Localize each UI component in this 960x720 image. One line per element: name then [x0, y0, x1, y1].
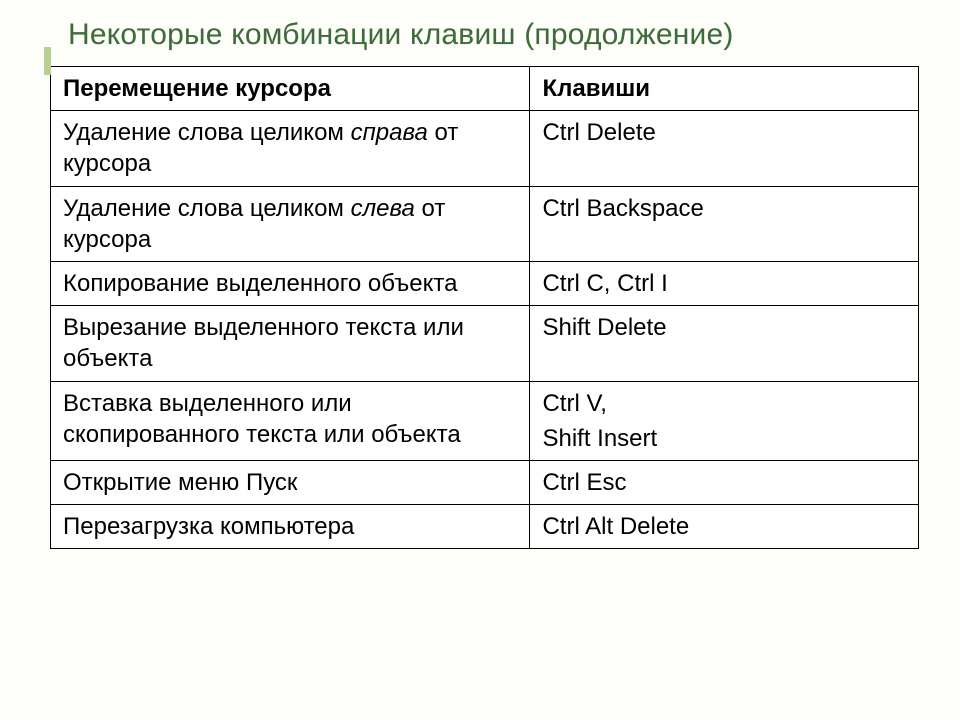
header-keys: Клавиши [530, 67, 919, 111]
cell-keys: Ctrl Delete [530, 111, 919, 186]
table-row: Открытие меню Пуск Ctrl Esc [51, 460, 919, 504]
action-text: Вырезание выделенного текста или объекта [63, 314, 464, 372]
table-header-row: Перемещение курсора Клавиши [51, 67, 919, 111]
cell-action: Вырезание выделенного текста или объекта [51, 306, 530, 381]
cell-action: Открытие меню Пуск [51, 460, 530, 504]
action-text: Вставка выделенного или скопированного т… [63, 390, 461, 448]
table-row: Копирование выделенного объекта Ctrl C, … [51, 261, 919, 305]
table-row: Вставка выделенного или скопированного т… [51, 381, 919, 460]
table-row: Вырезание выделенного текста или объекта… [51, 306, 919, 381]
header-action: Перемещение курсора [51, 67, 530, 111]
action-text: Перезагрузка компьютера [63, 513, 354, 540]
table-row: Перезагрузка компьютера Ctrl Alt Delete [51, 505, 919, 549]
cell-keys: Ctrl Esc [530, 460, 919, 504]
action-text: Открытие меню Пуск [63, 469, 297, 496]
action-italic: слева [351, 195, 415, 222]
cell-action: Копирование выделенного объекта [51, 261, 530, 305]
table-row: Удаление слова целиком слева от курсора … [51, 186, 919, 261]
action-text: Удаление слова целиком [63, 119, 351, 146]
cell-keys: Ctrl V, Shift Insert [530, 381, 919, 460]
action-text: Копирование выделенного объекта [63, 270, 457, 297]
action-italic: справа [351, 119, 428, 146]
cell-action: Удаление слова целиком справа от курсора [51, 111, 530, 186]
accent-bar [44, 47, 51, 75]
shortcut-table: Перемещение курсора Клавиши Удаление сло… [50, 66, 919, 549]
cell-action: Вставка выделенного или скопированного т… [51, 381, 530, 460]
action-text: Удаление слова целиком [63, 195, 351, 222]
cell-keys: Ctrl C, Ctrl I [530, 261, 919, 305]
cell-keys: Ctrl Backspace [530, 186, 919, 261]
cell-action: Удаление слова целиком слева от курсора [51, 186, 530, 261]
keys-line2: Shift Insert [542, 423, 908, 454]
keys-line1: Ctrl V, [542, 390, 606, 417]
page-title: Некоторые комбинации клавиш (продолжение… [40, 18, 920, 52]
cell-action: Перезагрузка компьютера [51, 505, 530, 549]
cell-keys: Ctrl Alt Delete [530, 505, 919, 549]
cell-keys: Shift Delete [530, 306, 919, 381]
table-row: Удаление слова целиком справа от курсора… [51, 111, 919, 186]
